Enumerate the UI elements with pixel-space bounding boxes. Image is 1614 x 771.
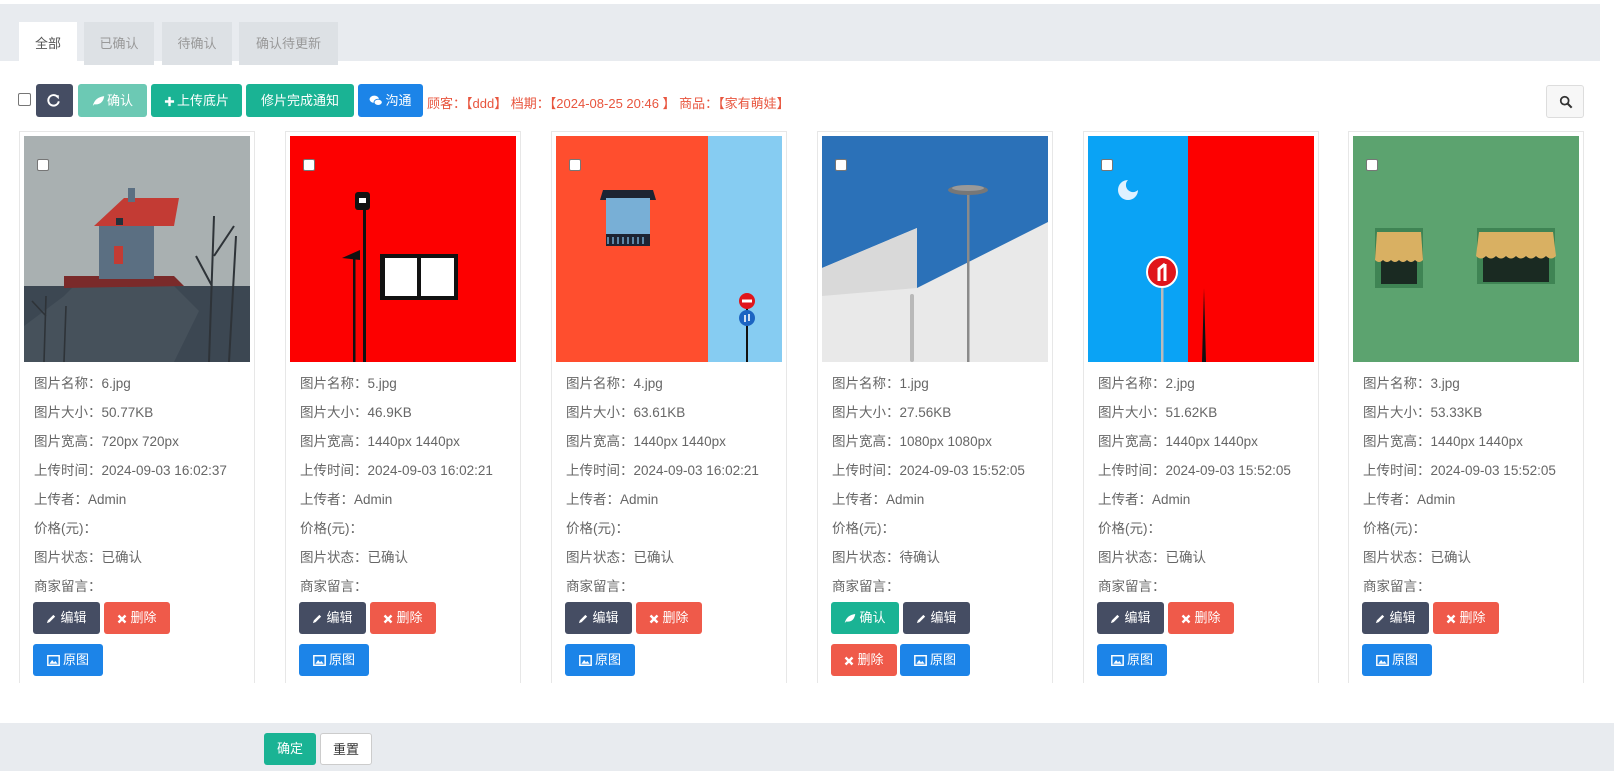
photo-checkbox[interactable] xyxy=(1366,159,1378,171)
tab-pending[interactable]: 待确认 xyxy=(162,22,232,65)
pencil-icon xyxy=(917,614,926,624)
photo-orange-wall-window xyxy=(556,136,782,362)
image-icon xyxy=(914,655,927,666)
original-image-button[interactable]: 原图 xyxy=(900,644,970,676)
photo-checkbox[interactable] xyxy=(37,159,49,171)
photo-meta: 图片名称：1.jpg 图片大小：27.56KB 图片宽高：1080px 1080… xyxy=(832,376,1025,594)
photo-checkbox[interactable] xyxy=(569,159,581,171)
photo-meta: 图片名称：4.jpg 图片大小：63.61KB 图片宽高：1440px 1440… xyxy=(566,376,759,594)
image-icon xyxy=(579,655,592,666)
photo-checkbox[interactable] xyxy=(835,159,847,171)
ok-button[interactable]: 确定 xyxy=(264,733,316,765)
original-image-button[interactable]: 原图 xyxy=(1362,644,1432,676)
delete-button[interactable]: 删除 xyxy=(370,602,436,634)
tab-all[interactable]: 全部 xyxy=(19,22,77,65)
search-button[interactable] xyxy=(1546,85,1584,118)
photo-card: 图片名称：3.jpg 图片大小：53.33KB 图片宽高：1440px 1440… xyxy=(1348,131,1584,683)
photo-red-wall-lamp xyxy=(290,136,516,362)
image-icon xyxy=(47,655,60,666)
photo-card: 图片名称：1.jpg 图片大小：27.56KB 图片宽高：1080px 1080… xyxy=(817,131,1053,683)
leaf-icon xyxy=(845,614,856,623)
pencil-icon xyxy=(47,614,56,624)
original-image-button[interactable]: 原图 xyxy=(565,644,635,676)
delete-button[interactable]: 删除 xyxy=(1168,602,1234,634)
pencil-icon xyxy=(579,614,588,624)
close-icon xyxy=(384,614,393,624)
upload-negatives-button[interactable]: 上传底片 xyxy=(151,84,242,117)
photo-checkbox[interactable] xyxy=(1101,159,1113,171)
chat-button[interactable]: 沟通 xyxy=(358,84,423,117)
delete-button[interactable]: 删除 xyxy=(636,602,702,634)
refresh-icon xyxy=(47,94,60,107)
tab-bar: 全部 已确认 待确认 确认待更新 xyxy=(0,4,1600,65)
close-icon xyxy=(845,656,854,666)
delete-button[interactable]: 删除 xyxy=(104,602,170,634)
search-icon xyxy=(1559,95,1573,109)
toolbar: 确认 上传底片 修片完成通知 沟通 顾客：【ddd】 档期：【2024-08-2… xyxy=(0,84,1614,120)
image-icon xyxy=(1111,655,1124,666)
edit-button[interactable]: 编辑 xyxy=(299,602,366,634)
photo-meta: 图片名称：6.jpg 图片大小：50.77KB 图片宽高：720px 720px… xyxy=(34,376,227,594)
tab-confirmed[interactable]: 已确认 xyxy=(84,22,154,65)
close-icon xyxy=(1447,614,1456,624)
photo-checkbox[interactable] xyxy=(303,159,315,171)
confirm-button[interactable]: 确认 xyxy=(78,84,147,117)
tab-confirmed-pending-update[interactable]: 确认待更新 xyxy=(239,22,338,65)
close-icon xyxy=(118,614,127,624)
edit-button[interactable]: 编辑 xyxy=(33,602,100,634)
photo-thumbnail[interactable] xyxy=(24,136,250,362)
photo-green-wall-windows xyxy=(1353,136,1579,362)
photo-card: 图片名称：5.jpg 图片大小：46.9KB 图片宽高：1440px 1440p… xyxy=(285,131,521,683)
comments-icon xyxy=(370,95,384,106)
photo-meta: 图片名称：3.jpg 图片大小：53.33KB 图片宽高：1440px 1440… xyxy=(1363,376,1556,594)
original-image-button[interactable]: 原图 xyxy=(33,644,103,676)
delete-button[interactable]: 删除 xyxy=(1433,602,1499,634)
order-info: 顾客：【ddd】 档期：【2024-08-25 20:46 】 商品：【家有萌娃… xyxy=(427,96,790,111)
plus-icon xyxy=(164,96,175,107)
original-image-button[interactable]: 原图 xyxy=(1097,644,1167,676)
close-icon xyxy=(1182,614,1191,624)
photo-thumbnail[interactable] xyxy=(822,136,1048,362)
pencil-icon xyxy=(1376,614,1385,624)
photo-card: 图片名称：6.jpg 图片大小：50.77KB 图片宽高：720px 720px… xyxy=(19,131,255,683)
photo-house-on-cliff xyxy=(24,136,250,362)
select-all-checkbox[interactable] xyxy=(18,93,31,106)
photo-thumbnail[interactable] xyxy=(1088,136,1314,362)
edit-button[interactable]: 编辑 xyxy=(1097,602,1164,634)
edit-button[interactable]: 编辑 xyxy=(565,602,632,634)
edit-button[interactable]: 编辑 xyxy=(903,602,970,634)
photo-meta: 图片名称：2.jpg 图片大小：51.62KB 图片宽高：1440px 1440… xyxy=(1098,376,1291,594)
photo-card: 图片名称：4.jpg 图片大小：63.61KB 图片宽高：1440px 1440… xyxy=(551,131,787,683)
photo-thumbnail[interactable] xyxy=(1353,136,1579,362)
delete-button[interactable]: 删除 xyxy=(831,644,897,676)
photo-thumbnail[interactable] xyxy=(290,136,516,362)
photo-meta: 图片名称：5.jpg 图片大小：46.9KB 图片宽高：1440px 1440p… xyxy=(300,376,493,594)
photo-thumbnail[interactable] xyxy=(556,136,782,362)
leaf-icon xyxy=(92,96,105,106)
image-icon xyxy=(313,655,326,666)
edit-button[interactable]: 编辑 xyxy=(1362,602,1429,634)
form-footer: 确定 重置 xyxy=(0,723,1614,771)
confirm-photo-button[interactable]: 确认 xyxy=(831,602,899,634)
image-icon xyxy=(1376,655,1389,666)
retouch-done-notify-button[interactable]: 修片完成通知 xyxy=(246,84,354,117)
reset-button[interactable]: 重置 xyxy=(320,733,372,765)
refresh-button[interactable] xyxy=(36,84,73,117)
photo-card: 图片名称：2.jpg 图片大小：51.62KB 图片宽高：1440px 1440… xyxy=(1083,131,1319,683)
photo-blue-red-traffic-sign xyxy=(1088,136,1314,362)
photo-white-building-streetlight xyxy=(822,136,1048,362)
original-image-button[interactable]: 原图 xyxy=(299,644,369,676)
close-icon xyxy=(650,614,659,624)
pencil-icon xyxy=(313,614,322,624)
pencil-icon xyxy=(1111,614,1120,624)
